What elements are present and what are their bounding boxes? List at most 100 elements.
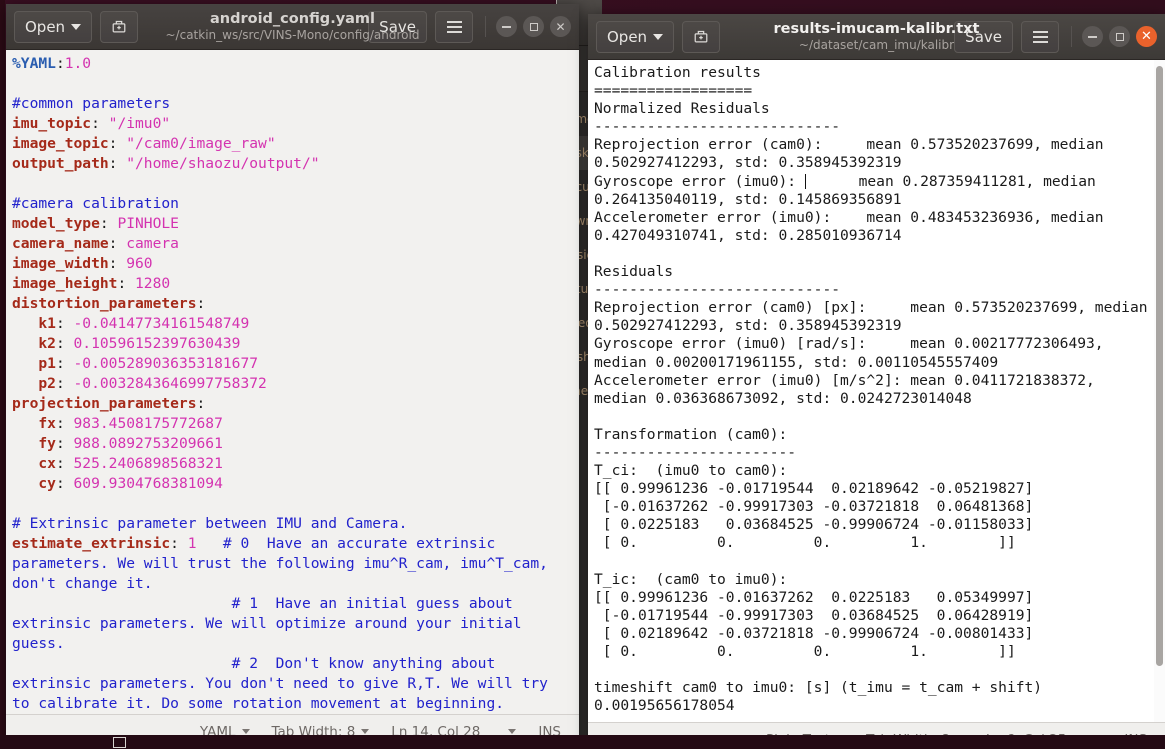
open-button-right[interactable]: Open <box>596 20 675 53</box>
code-token: -0.005289036353181677 <box>73 355 259 372</box>
code-token: : <box>108 235 127 252</box>
results-document-text[interactable]: Calibration results ================== Nor… <box>588 60 1165 716</box>
code-token: model_type <box>12 215 100 232</box>
code-token: #common parameters <box>12 95 171 112</box>
code-line: fx: 983.4508175772687 <box>12 414 573 434</box>
new-document-button-right[interactable] <box>682 20 721 53</box>
code-token: distortion_parameters <box>12 295 197 312</box>
text-line: Residuals <box>594 263 674 281</box>
minimize-button-left[interactable] <box>496 16 517 37</box>
close-button-right[interactable]: ✕ <box>1136 26 1157 47</box>
code-line: cy: 609.9304768381094 <box>12 474 573 494</box>
chevron-down-icon <box>653 33 664 40</box>
save-button-label-left: Save <box>379 17 416 36</box>
code-token: p1 <box>12 355 56 372</box>
text-line: Gyroscope error (imu0) [rad/s]: mean 0.0… <box>594 335 1113 371</box>
editor-area-right[interactable]: Calibration results ================== Nor… <box>588 60 1165 722</box>
vertical-scrollbar-right[interactable] <box>1154 60 1165 722</box>
text-line: Transformation (cam0): <box>594 425 788 443</box>
background-window-sliver-left[interactable] <box>0 0 5 749</box>
code-token: fy <box>12 435 56 452</box>
code-line: %YAML:1.0 <box>12 54 573 74</box>
text-line: Gyroscope error (imu0): mean 0.287359411… <box>594 173 1149 209</box>
code-token: : <box>55 475 74 492</box>
text-line: Calibration results <box>594 64 761 81</box>
code-token: camera <box>126 235 179 252</box>
code-token: #camera calibration <box>12 195 179 212</box>
new-document-icon <box>112 20 126 33</box>
code-token: : <box>55 455 74 472</box>
minimize-button-right[interactable] <box>1082 26 1103 47</box>
text-line: Accelerometer error (imu0) [m/s^2]: mean… <box>594 371 1104 407</box>
code-token: 983.4508175772687 <box>73 415 223 432</box>
code-token: -0.0032843646997758372 <box>73 375 267 392</box>
code-token: : <box>108 255 127 272</box>
maximize-button-right[interactable] <box>1109 26 1130 47</box>
text-line: [-0.01719544 -0.99917303 0.03684525 0.06… <box>594 606 1034 624</box>
code-token: image_topic <box>12 135 109 152</box>
menu-button-left[interactable] <box>435 10 473 43</box>
text-line: [[ 0.99961236 -0.01719544 0.02189642 -0.… <box>594 480 1034 498</box>
code-line: #common parameters <box>12 94 573 114</box>
code-token: : <box>55 315 74 332</box>
gedit-window-results[interactable]: Open results-imucam-kalibr.txt ~/dataset… <box>588 14 1165 749</box>
code-token: 1.0 <box>64 55 92 72</box>
code-token: %YAML <box>12 55 56 72</box>
code-token: imu_topic <box>12 115 92 132</box>
code-token: : <box>55 55 65 72</box>
desktop-bottom-strip <box>0 735 1165 749</box>
window-title-right: results-imucam-kalibr.txt <box>773 21 980 37</box>
code-token: output_path <box>12 155 109 172</box>
text-line: Reprojection error (cam0): mean 0.573520… <box>594 136 1113 172</box>
code-token: 0.10596152397630439 <box>73 335 241 352</box>
code-token: fx <box>12 415 56 432</box>
code-token: : <box>117 275 136 292</box>
text-line: ---------------------------- <box>594 281 841 299</box>
code-token: cy <box>12 475 56 492</box>
text-line: timeshift cam0 to imu0: [s] (t_imu = t_c… <box>594 679 1043 697</box>
editor-area-left[interactable]: %YAML:1.0 #common parameters imu_topic: "… <box>6 50 579 714</box>
code-line: p2: -0.0032843646997758372 <box>12 374 573 394</box>
code-line: distortion_parameters: <box>12 294 573 314</box>
titlebar-left[interactable]: Open android_config.yaml ~/catkin_ws/src… <box>6 4 579 50</box>
save-button-right[interactable]: Save <box>954 20 1013 53</box>
code-token: : <box>108 155 127 172</box>
save-button-label-right: Save <box>965 27 1002 46</box>
text-line: ================== <box>594 82 753 100</box>
code-line: camera_name: camera <box>12 234 573 254</box>
text-line: Accelerometer error (imu0): mean 0.48345… <box>594 208 1113 244</box>
code-line: # Extrinsic parameter between IMU and Ca… <box>12 514 573 534</box>
window-title-left: android_config.yaml <box>209 11 376 27</box>
code-token: image_height <box>12 275 118 292</box>
text-line <box>594 408 1149 426</box>
scrollbar-thumb-right[interactable] <box>1156 66 1163 666</box>
code-token: 960 <box>126 255 153 272</box>
save-button-left[interactable]: Save <box>368 10 427 43</box>
code-token: # 2 Don't know anything about extrinsic … <box>12 655 557 712</box>
text-line: [ 0. 0. 0. 1. ]] <box>594 534 1016 552</box>
text-line: [ 0. 0. 0. 1. ]] <box>594 643 1016 660</box>
text-line: ---------------------------- <box>594 118 841 136</box>
code-token: : <box>55 375 74 392</box>
chevron-down-icon <box>361 729 370 734</box>
gedit-window-yaml[interactable]: Open android_config.yaml ~/catkin_ws/src… <box>6 4 579 749</box>
maximize-button-left[interactable] <box>523 16 544 37</box>
new-document-icon <box>694 30 708 43</box>
open-button-label-right: Open <box>607 27 648 46</box>
code-token: p2 <box>12 375 56 392</box>
code-line: model_type: PINHOLE <box>12 214 573 234</box>
code-token: projection_parameters <box>12 395 197 412</box>
menu-button-right[interactable] <box>1021 20 1059 53</box>
text-line: [ 0.02189642 -0.03721818 -0.99906724 -0.… <box>594 624 1034 642</box>
titlebar-right[interactable]: Open results-imucam-kalibr.txt ~/dataset… <box>588 14 1165 60</box>
code-token: k2 <box>12 335 56 352</box>
close-button-left[interactable]: ✕ <box>550 16 571 37</box>
open-button-left[interactable]: Open <box>14 10 93 43</box>
code-token: 609.9304768381094 <box>73 475 223 492</box>
code-token: : <box>55 335 74 352</box>
yaml-document-text[interactable]: %YAML:1.0 #common parameters imu_topic: "… <box>6 50 579 714</box>
text-line: ----------------------- <box>594 443 797 461</box>
code-line: image_height: 1280 <box>12 274 573 294</box>
new-document-button-left[interactable] <box>100 10 139 43</box>
